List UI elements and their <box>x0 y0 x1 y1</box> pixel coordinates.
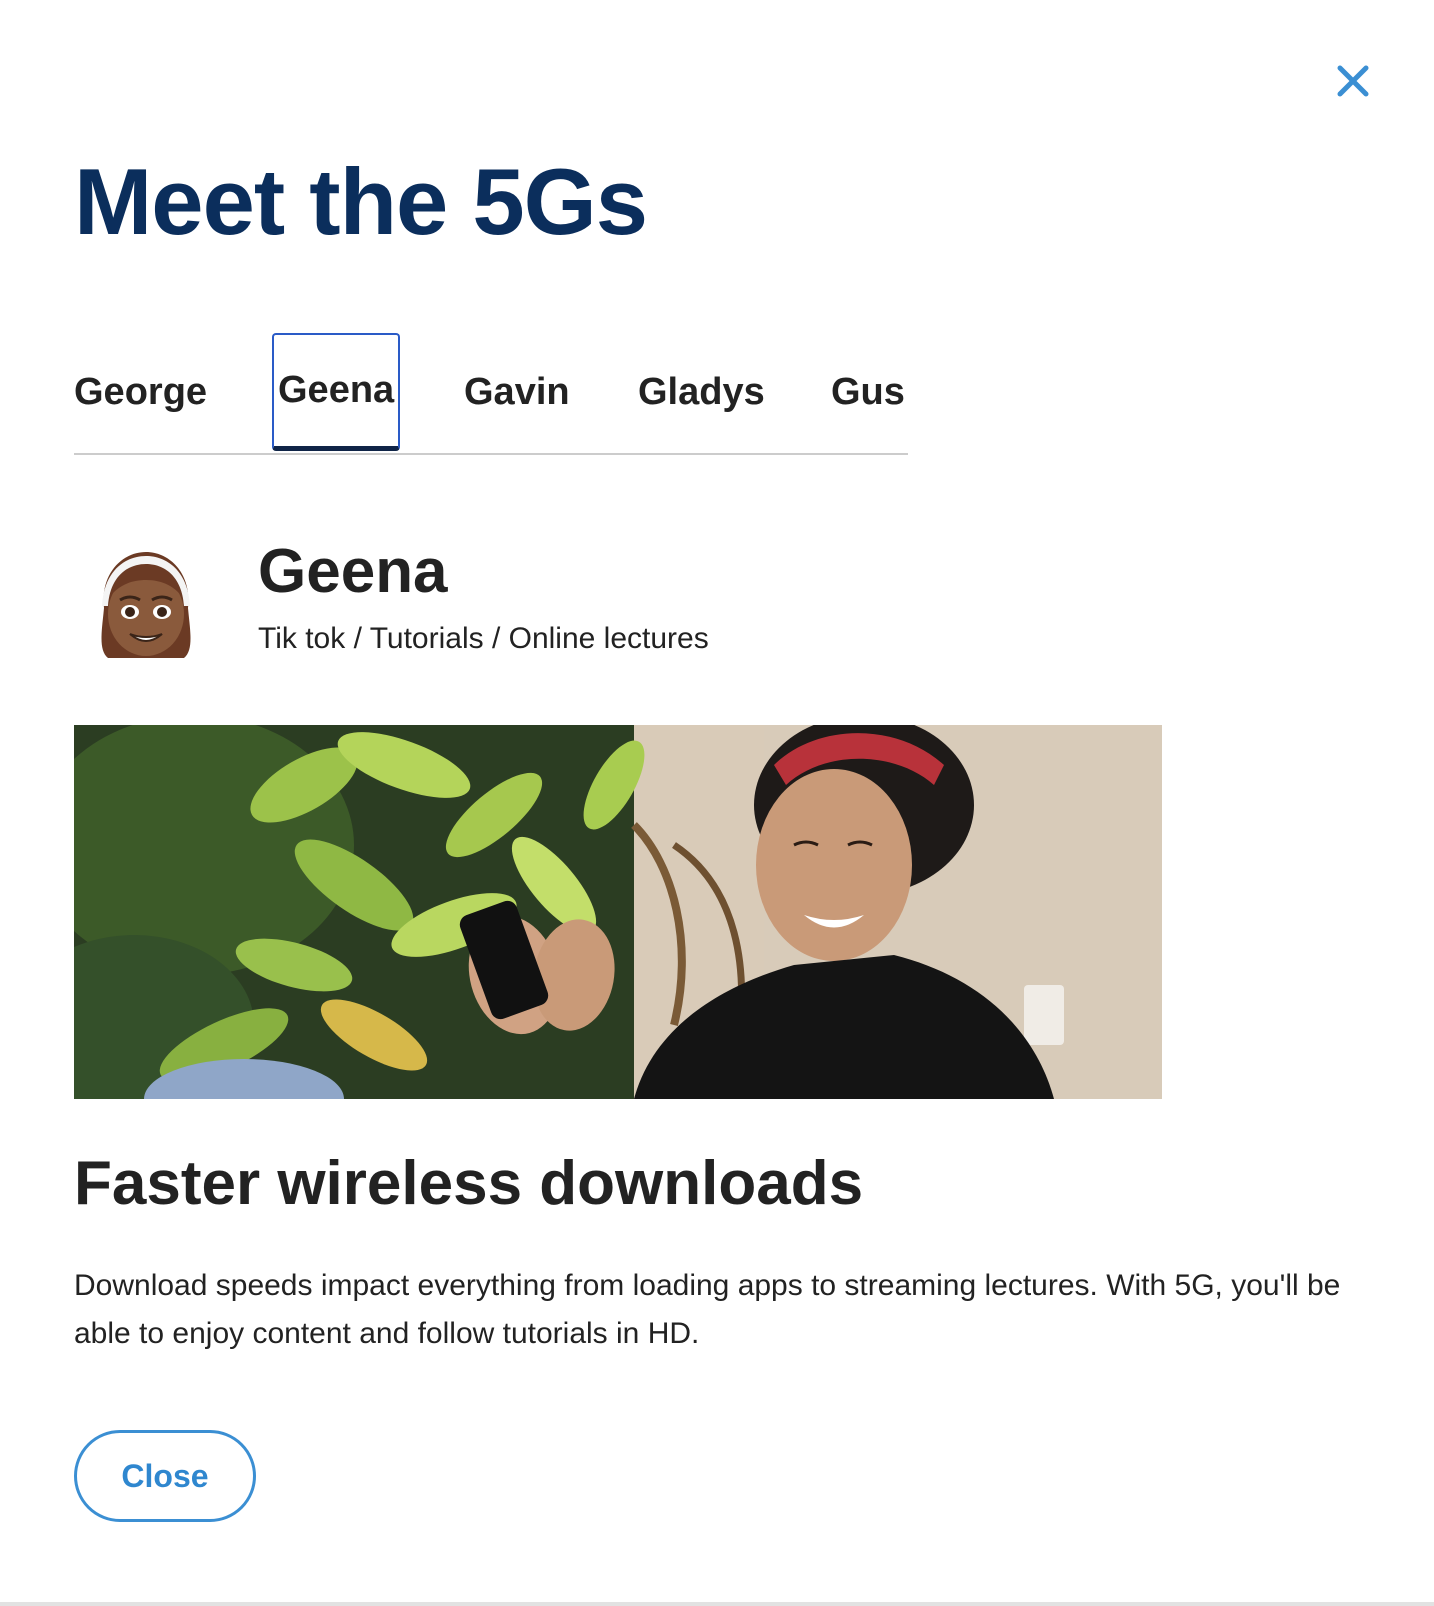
tab-gavin[interactable]: Gavin <box>464 333 570 451</box>
tab-george[interactable]: George <box>74 333 207 451</box>
page-title: Meet the 5Gs <box>74 149 648 254</box>
hero-photo <box>74 725 1162 1099</box>
girl-emoji-avatar-icon <box>101 552 191 658</box>
profile-name: Geena <box>258 537 448 606</box>
profile-interests: Tik tok / Tutorials / Online lectures <box>258 622 709 655</box>
tab-gladys[interactable]: Gladys <box>638 333 765 451</box>
modal-close-button[interactable] <box>1328 56 1378 106</box>
feature-heading: Faster wireless downloads <box>74 1149 864 1218</box>
meet-the-5gs-modal: Meet the 5Gs George Geena Gavin Gladys G… <box>0 0 1434 1606</box>
tab-geena[interactable]: Geena <box>272 333 401 451</box>
tab-gus[interactable]: Gus <box>831 333 905 451</box>
modal-bottom-border <box>0 1602 1434 1606</box>
close-button[interactable]: Close <box>74 1430 256 1522</box>
woman-with-phone-photo <box>74 725 1162 1099</box>
close-icon <box>1337 65 1369 97</box>
feature-description: Download speeds impact everything from l… <box>74 1269 1341 1350</box>
persona-tabs: George Geena Gavin Gladys Gus <box>74 333 908 455</box>
